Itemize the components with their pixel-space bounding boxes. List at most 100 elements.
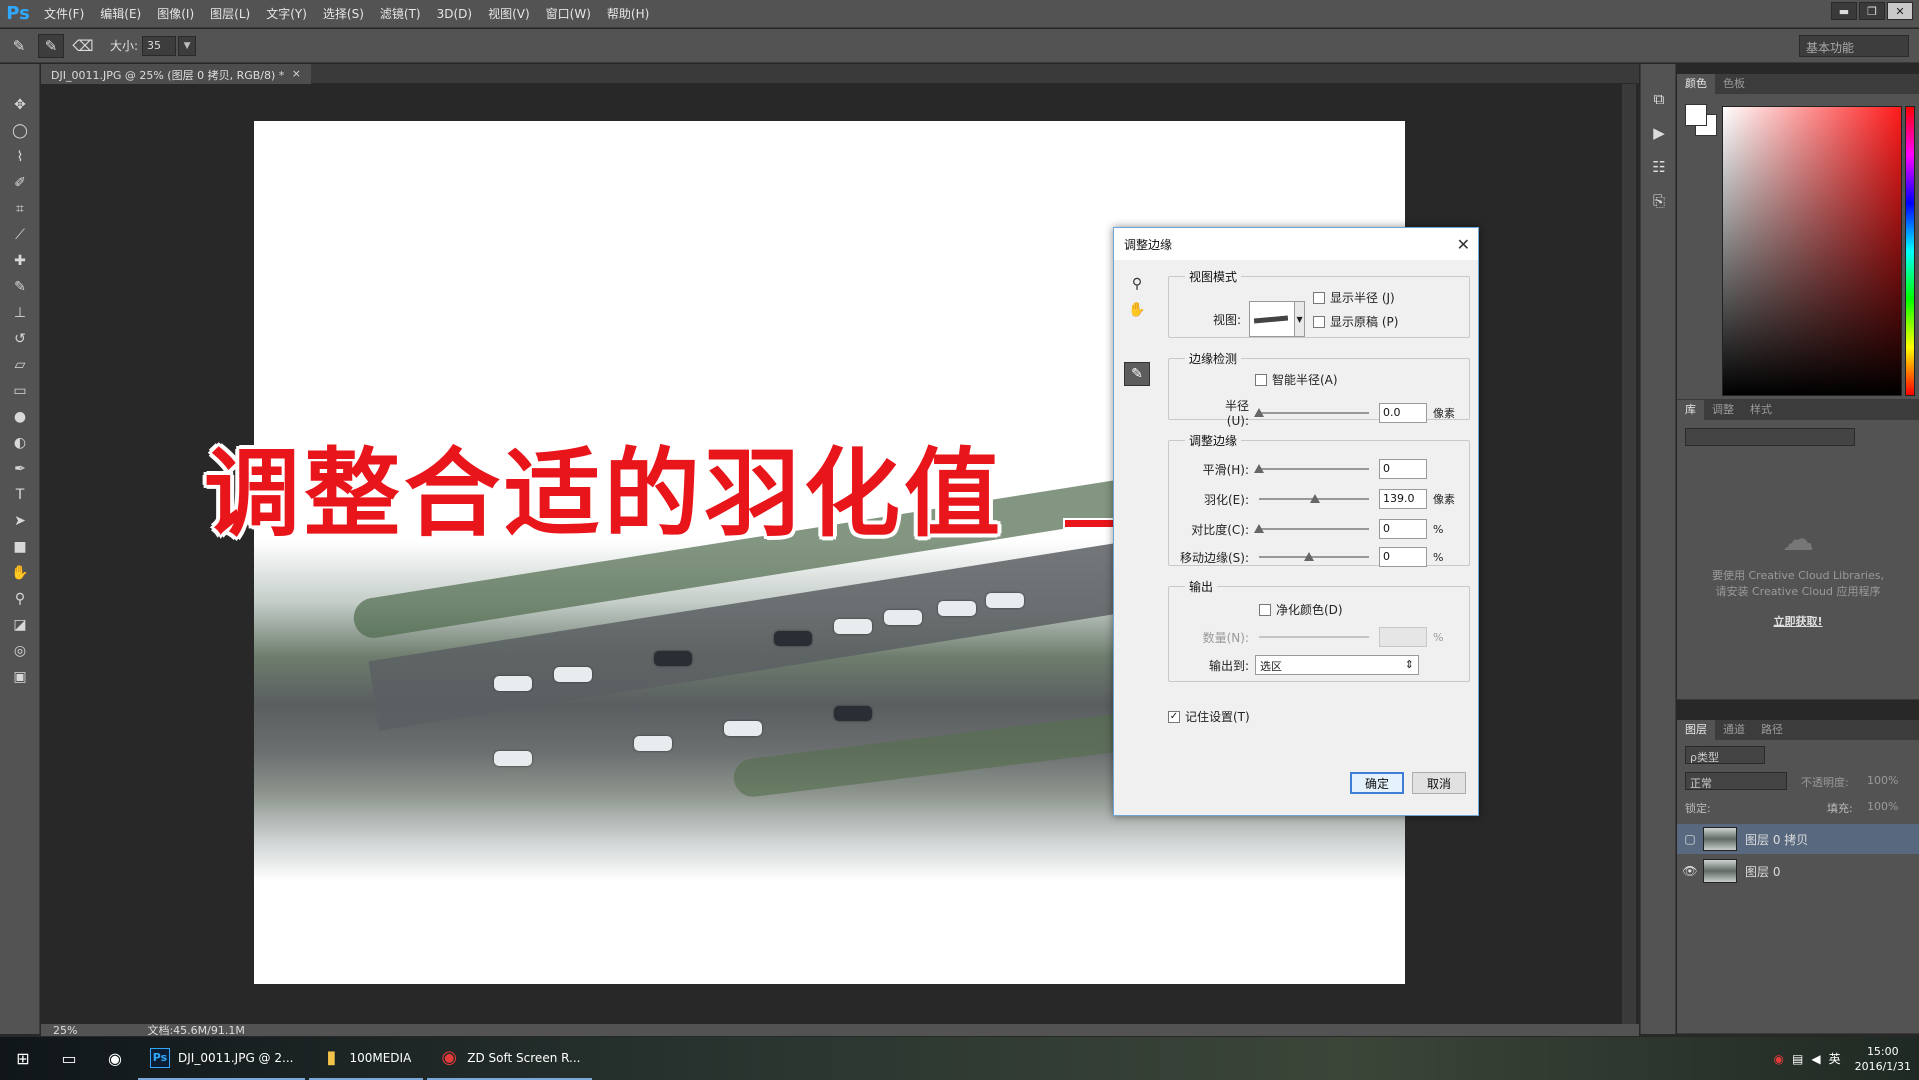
- lasso-tool-icon[interactable]: ⌇: [0, 144, 40, 170]
- path-select-tool-icon[interactable]: ➤: [0, 508, 40, 534]
- hue-slider[interactable]: [1905, 106, 1915, 396]
- task-view-icon[interactable]: ▭: [46, 1037, 92, 1080]
- browser-icon[interactable]: ◉: [92, 1037, 138, 1080]
- refine-brush-icon[interactable]: ✎: [6, 34, 32, 58]
- refine-radius-tool-icon[interactable]: ✎: [38, 33, 64, 58]
- show-original-row[interactable]: 显示原稿 (P): [1313, 313, 1398, 330]
- view-picker[interactable]: ▼: [1249, 301, 1306, 337]
- smooth-slider-thumb[interactable]: [1254, 464, 1264, 473]
- foreground-color-swatch[interactable]: [1685, 104, 1707, 126]
- dialog-close-icon[interactable]: ✕: [1457, 235, 1470, 254]
- zoom-tool-icon[interactable]: ⚲: [0, 586, 40, 612]
- color-picker-field[interactable]: [1722, 106, 1902, 396]
- smooth-slider[interactable]: [1254, 463, 1369, 475]
- workspace-select[interactable]: 基本功能: [1799, 35, 1909, 57]
- menu-filter[interactable]: 滤镜(T): [372, 0, 429, 28]
- decontaminate-checkbox[interactable]: [1259, 603, 1271, 616]
- tab-libraries[interactable]: 库: [1677, 400, 1704, 420]
- get-it-now-link[interactable]: 立即获取!: [1677, 614, 1919, 630]
- remember-settings-checkbox[interactable]: ✓: [1168, 710, 1180, 723]
- hand-tool-icon[interactable]: ✋: [0, 560, 40, 586]
- windows-start-icon[interactable]: ⊞: [0, 1037, 46, 1080]
- menu-select[interactable]: 选择(S): [315, 0, 372, 28]
- erase-refinements-icon[interactable]: ⌫: [70, 34, 96, 58]
- decontaminate-row[interactable]: 净化颜色(D): [1259, 601, 1343, 618]
- restore-button[interactable]: ❐: [1859, 2, 1885, 20]
- layer-row-base[interactable]: 👁 图层 0: [1677, 856, 1919, 886]
- layer-row-copy[interactable]: ▢ 图层 0 拷贝: [1677, 824, 1919, 854]
- show-original-checkbox[interactable]: [1313, 315, 1325, 328]
- hand-icon[interactable]: ✋: [1124, 298, 1150, 322]
- stamp-tool-icon[interactable]: ⊥: [0, 300, 40, 326]
- tab-styles[interactable]: 样式: [1742, 400, 1780, 420]
- menu-layer[interactable]: 图层(L): [202, 0, 258, 28]
- tab-color[interactable]: 颜色: [1677, 74, 1715, 94]
- marquee-tool-icon[interactable]: ◯: [0, 118, 40, 144]
- history-panel-icon[interactable]: ⧉: [1641, 82, 1677, 116]
- show-radius-row[interactable]: 显示半径 (J): [1313, 289, 1395, 306]
- menu-help[interactable]: 帮助(H): [599, 0, 657, 28]
- feather-input[interactable]: 139.0: [1379, 489, 1427, 509]
- view-thumbnail[interactable]: [1249, 301, 1296, 337]
- size-dropdown-icon[interactable]: ▼: [178, 35, 197, 56]
- color-swatches-icon[interactable]: ◪: [0, 612, 40, 638]
- smart-radius-row[interactable]: 智能半径(A): [1255, 371, 1338, 388]
- record-tray-icon[interactable]: ◉: [1774, 1052, 1784, 1066]
- type-tool-icon[interactable]: T: [0, 482, 40, 508]
- output-to-select[interactable]: 选区 ⇕: [1255, 655, 1419, 675]
- menu-3d[interactable]: 3D(D): [429, 0, 480, 28]
- crop-tool-icon[interactable]: ⌗: [0, 196, 40, 222]
- view-dropdown-icon[interactable]: ▼: [1295, 301, 1306, 337]
- brush-tool-icon[interactable]: ✎: [0, 274, 40, 300]
- remember-settings-row[interactable]: ✓ 记住设置(T): [1168, 708, 1250, 725]
- menu-edit[interactable]: 编辑(E): [92, 0, 149, 28]
- tab-adjustments[interactable]: 调整: [1704, 400, 1742, 420]
- layer-visibility-toggle[interactable]: ▢: [1677, 832, 1703, 846]
- refine-radius-icon[interactable]: ✎: [1124, 362, 1150, 386]
- contrast-slider[interactable]: [1254, 523, 1369, 535]
- library-select[interactable]: [1685, 428, 1855, 446]
- blend-mode-select[interactable]: 正常: [1685, 772, 1787, 790]
- menu-image[interactable]: 图像(I): [149, 0, 202, 28]
- tab-layers[interactable]: 图层: [1677, 720, 1715, 740]
- opacity-value[interactable]: 100%: [1867, 774, 1898, 787]
- shift-edge-slider[interactable]: [1259, 551, 1369, 563]
- menu-window[interactable]: 窗口(W): [538, 0, 599, 28]
- tab-channels[interactable]: 通道: [1715, 720, 1753, 740]
- eye-icon[interactable]: 👁: [1677, 864, 1703, 878]
- layer-kind-filter[interactable]: ρ类型: [1685, 746, 1765, 764]
- healing-brush-tool-icon[interactable]: ✚: [0, 248, 40, 274]
- minimize-button[interactable]: ▬: [1831, 2, 1857, 20]
- taskbar-app-photoshop[interactable]: Ps DJI_0011.JPG @ 2...: [138, 1037, 306, 1080]
- move-tool-icon[interactable]: ✥: [0, 92, 40, 118]
- dodge-tool-icon[interactable]: ◐: [0, 430, 40, 456]
- radius-input[interactable]: 0.0: [1379, 402, 1427, 423]
- radius-slider-thumb[interactable]: [1254, 407, 1264, 417]
- network-tray-icon[interactable]: ▤: [1792, 1052, 1803, 1066]
- feather-slider-thumb[interactable]: [1310, 494, 1320, 503]
- shape-tool-icon[interactable]: ■: [0, 534, 40, 560]
- smooth-input[interactable]: 0: [1379, 459, 1427, 479]
- close-button[interactable]: ✕: [1887, 2, 1913, 20]
- menu-view[interactable]: 视图(V): [480, 0, 538, 28]
- gradient-tool-icon[interactable]: ▭: [0, 378, 40, 404]
- feather-slider[interactable]: [1259, 493, 1369, 505]
- document-tab-close-icon[interactable]: ×: [292, 67, 301, 81]
- fill-value[interactable]: 100%: [1867, 800, 1898, 813]
- zoom-icon[interactable]: ⚲: [1124, 272, 1150, 296]
- ok-button[interactable]: 确定: [1350, 772, 1404, 794]
- document-tab[interactable]: DJI_0011.JPG @ 25% (图层 0 拷贝, RGB/8) * ×: [41, 64, 311, 84]
- quick-select-tool-icon[interactable]: ✐: [0, 170, 40, 196]
- cancel-button[interactable]: 取消: [1412, 772, 1466, 794]
- eraser-tool-icon[interactable]: ▱: [0, 352, 40, 378]
- taskbar-app-folder[interactable]: ▮ 100MEDIA: [309, 1037, 424, 1080]
- tab-paths[interactable]: 路径: [1753, 720, 1791, 740]
- taskbar-app-recorder[interactable]: ◉ ZD Soft Screen R...: [427, 1037, 593, 1080]
- size-input[interactable]: 35: [142, 35, 177, 56]
- radius-slider[interactable]: [1254, 407, 1369, 419]
- history-brush-tool-icon[interactable]: ↺: [0, 326, 40, 352]
- contrast-input[interactable]: 0: [1379, 519, 1427, 539]
- clock[interactable]: 15:00 2016/1/31: [1855, 1044, 1911, 1074]
- volume-tray-icon[interactable]: ◀: [1811, 1052, 1820, 1066]
- actions-panel-icon[interactable]: ▶: [1641, 116, 1677, 150]
